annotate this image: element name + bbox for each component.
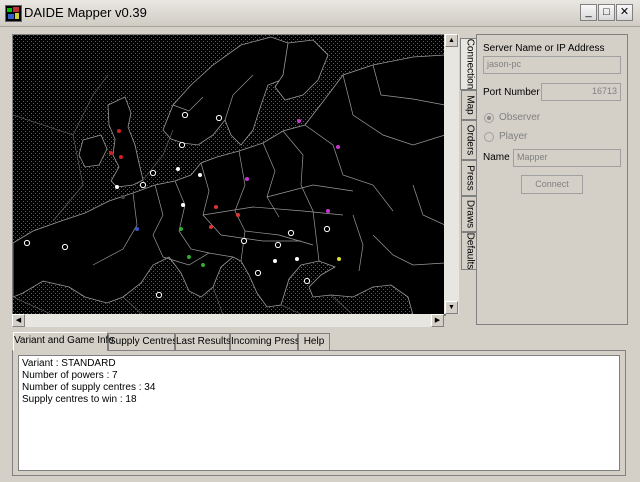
tab-orders[interactable]: Orders: [461, 120, 477, 160]
sc-italy: [187, 255, 191, 259]
sc-england: [109, 151, 113, 155]
name-label: Name: [483, 152, 510, 163]
sc-neutral: [149, 169, 157, 177]
sc-neutral: [139, 181, 147, 189]
minimize-button[interactable]: _: [580, 4, 597, 21]
port-label: Port Number: [483, 87, 540, 98]
tab-press-label: Press: [464, 165, 475, 191]
tab-press[interactable]: Press: [461, 160, 477, 196]
tab-last-results[interactable]: Last Results: [175, 333, 231, 350]
server-input[interactable]: jason-pc: [483, 56, 621, 74]
sc-england: [119, 155, 123, 159]
sc-neutral: [323, 225, 331, 233]
sc-england: [117, 129, 121, 133]
sc-russia: [336, 145, 340, 149]
name-input[interactable]: Mapper: [513, 149, 621, 167]
info-variant: Variant : STANDARD: [22, 358, 116, 369]
sc-neutral: [273, 259, 277, 263]
sc-italy: [201, 263, 205, 267]
sc-neutral: [61, 243, 69, 251]
tab-draws-label: Draws: [464, 199, 475, 229]
sc-italy: [179, 227, 183, 231]
sc-neutral: [295, 257, 299, 261]
sc-neutral: [176, 167, 180, 171]
port-input[interactable]: 16713: [541, 83, 621, 101]
tab-help[interactable]: Help: [298, 333, 330, 350]
sc-germany: [121, 195, 125, 199]
sc-neutral: [23, 239, 31, 247]
player-label: Player: [499, 131, 528, 142]
sc-neutral: [287, 229, 295, 237]
europe-map[interactable]: [13, 35, 445, 315]
map-horizontal-scrollbar[interactable]: ◀ ▶: [12, 314, 444, 327]
tab-orders-label: Orders: [464, 124, 475, 156]
tab-variant-info[interactable]: Variant and Game Info: [13, 332, 114, 351]
sc-france: [135, 227, 139, 231]
sc-neutral: [181, 203, 185, 207]
tab-incoming-press[interactable]: Incoming Press: [230, 333, 300, 350]
scroll-left-icon[interactable]: ◀: [12, 314, 25, 327]
scroll-right-icon[interactable]: ▶: [431, 314, 444, 327]
connect-button[interactable]: Connect: [521, 175, 583, 194]
sc-neutral: [155, 291, 163, 299]
info-centres-to-win: Supply centres to win : 18: [22, 394, 137, 405]
observer-radio[interactable]: [484, 113, 494, 123]
sc-neutral: [303, 277, 311, 285]
minimize-icon: _: [585, 6, 592, 18]
connection-panel: Server Name or IP Address jason-pc Port …: [476, 34, 628, 325]
maximize-button[interactable]: □: [598, 4, 615, 21]
tab-map-label: Map: [464, 95, 475, 115]
info-powers: Number of powers : 7: [22, 370, 118, 381]
sc-russia: [297, 119, 301, 123]
tab-defaults[interactable]: Defaults: [461, 232, 477, 270]
scroll-up-icon[interactable]: ▲: [445, 34, 458, 47]
tab-supply-centres[interactable]: Supply Centres: [108, 333, 177, 350]
scroll-down-icon[interactable]: ▼: [445, 301, 458, 314]
tab-map[interactable]: Map: [461, 90, 477, 120]
sc-neutral: [274, 241, 282, 249]
sc-austria: [214, 205, 218, 209]
sc-neutral: [198, 173, 202, 177]
sc-austria: [236, 213, 240, 217]
sc-neutral: [254, 269, 262, 277]
close-button[interactable]: ✕: [616, 4, 633, 21]
app-icon: [5, 5, 22, 22]
sc-neutral: [178, 141, 186, 149]
server-label: Server Name or IP Address: [483, 43, 605, 54]
map-view[interactable]: [12, 34, 446, 316]
sc-neutral: [215, 114, 223, 122]
sc-austria: [209, 225, 213, 229]
window-title: DAIDE Mapper v0.39: [24, 5, 147, 20]
sc-russia: [245, 177, 249, 181]
info-supply-centres: Number of supply centres : 34: [22, 382, 156, 393]
tab-defaults-label: Defaults: [464, 232, 475, 270]
sc-neutral: [181, 111, 189, 119]
sc-neutral: [240, 237, 248, 245]
observer-label: Observer: [499, 112, 541, 123]
game-info-text[interactable]: Variant : STANDARD Number of powers : 7 …: [18, 355, 620, 471]
player-radio[interactable]: [484, 132, 494, 142]
sc-neutral: [115, 185, 119, 189]
tab-draws[interactable]: Draws: [461, 196, 477, 232]
sc-russia: [326, 209, 330, 213]
tab-connection-label: Connection: [464, 38, 475, 90]
info-panel: Variant : STANDARD Number of powers : 7 …: [12, 350, 626, 476]
close-icon: ✕: [619, 6, 630, 18]
title-bar: DAIDE Mapper v0.39 _ □ ✕: [0, 0, 640, 27]
sc-turkey: [337, 257, 341, 261]
map-vertical-scrollbar[interactable]: ▲ ▼: [444, 34, 459, 314]
maximize-icon: □: [603, 6, 610, 18]
